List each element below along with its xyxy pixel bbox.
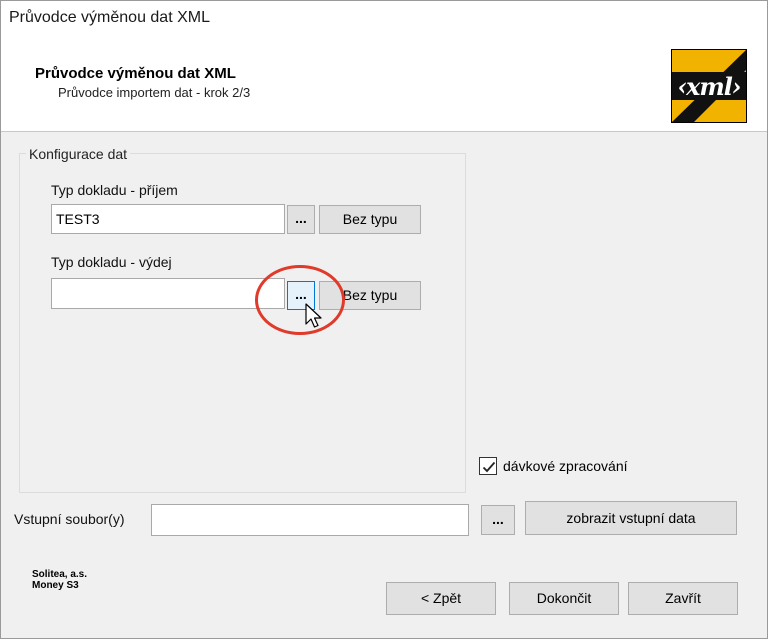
input-file-field[interactable] (151, 504, 469, 536)
wizard-title: Průvodce výměnou dat XML (35, 65, 236, 82)
xml-wizard-window: Průvodce výměnou dat XML Průvodce výměno… (0, 0, 768, 639)
receipt-type-input[interactable]: TEST3 (51, 204, 285, 234)
close-button[interactable]: Zavřít (628, 582, 738, 615)
back-label: < Zpět (420, 590, 462, 606)
xml-logo: ‹xml› (671, 49, 747, 123)
no-type-label: Bez typu (342, 211, 398, 227)
no-type-label: Bez typu (342, 287, 398, 303)
wizard-subtitle: Průvodce importem dat - krok 2/3 (58, 85, 251, 100)
browse-label: ... (492, 511, 504, 527)
config-legend: Konfigurace dat (26, 146, 131, 162)
show-input-data-label: zobrazit vstupní data (566, 510, 696, 526)
receipt-type-browse-button[interactable]: ... (287, 205, 315, 234)
browse-label: ... (295, 210, 307, 226)
finish-label: Dokončit (536, 590, 592, 606)
batch-processing-checkbox[interactable] (479, 457, 497, 475)
company-name: Solitea, a.s. (32, 569, 88, 580)
back-button[interactable]: < Zpět (386, 582, 496, 615)
wizard-header: Průvodce výměnou dat XML Průvodce import… (1, 35, 767, 132)
title-bar[interactable]: Průvodce výměnou dat XML (1, 1, 767, 35)
checkmark-icon (482, 461, 496, 473)
close-label: Zavřít (665, 590, 701, 606)
batch-processing-label: dávkové zpracování (503, 458, 628, 474)
receipt-no-type-button[interactable]: Bez typu (319, 205, 421, 234)
issue-type-label: Typ dokladu - výdej (51, 254, 172, 270)
company-info: Solitea, a.s. Money S3 (32, 569, 87, 591)
window-title: Průvodce výměnou dat XML (9, 9, 210, 26)
input-file-label: Vstupní soubor(y) (14, 511, 125, 527)
show-input-data-button[interactable]: zobrazit vstupní data (525, 501, 737, 535)
mouse-cursor-icon (305, 303, 322, 328)
issue-type-input[interactable] (51, 278, 285, 309)
xml-logo-text: ‹xml› (677, 72, 741, 101)
finish-button[interactable]: Dokončit (509, 582, 619, 615)
product-name: Money S3 (32, 580, 79, 591)
input-file-browse-button[interactable]: ... (481, 505, 515, 535)
annotation-circle (255, 265, 345, 335)
receipt-type-label: Typ dokladu - příjem (51, 182, 178, 198)
